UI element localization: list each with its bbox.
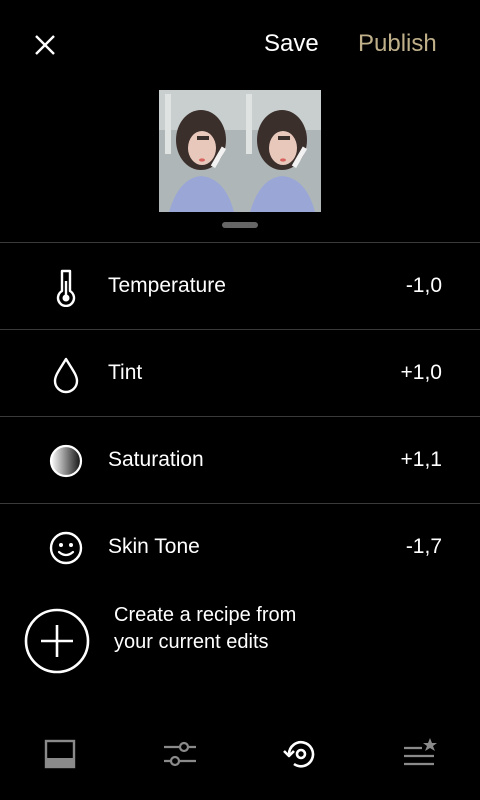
adjustment-label: Tint	[108, 361, 143, 384]
thermometer-icon	[56, 269, 76, 307]
adjustment-label: Skin Tone	[108, 535, 200, 558]
adjustment-value: -1,7	[405, 535, 442, 558]
create-recipe-text: Create a recipe from your current edits	[114, 604, 297, 653]
adjustments-list: Temperature -1,0 Tint +1,0 Saturation +1…	[0, 242, 480, 590]
adjustment-label: Saturation	[108, 448, 204, 471]
create-recipe[interactable]: Create a recipe from your current edits	[0, 600, 480, 690]
history-undo-icon	[283, 740, 315, 768]
adjustment-value: -1,0	[405, 274, 442, 297]
smiley-face-icon	[49, 531, 83, 565]
plus-circle-icon[interactable]	[24, 608, 90, 674]
drag-handle[interactable]	[222, 222, 258, 228]
adjustment-row-tint[interactable]: Tint +1,0	[0, 329, 480, 416]
adjustment-row-temperature[interactable]: Temperature -1,0	[0, 242, 480, 329]
presets-icon	[44, 739, 76, 769]
droplet-icon	[53, 357, 79, 394]
photo-image	[240, 90, 321, 212]
bottom-nav	[0, 720, 480, 790]
adjustment-value: +1,1	[400, 448, 442, 471]
nav-history[interactable]	[280, 734, 320, 774]
adjustment-value: +1,0	[400, 361, 442, 384]
save-button[interactable]: Save	[264, 30, 319, 58]
saturation-circle-icon	[49, 444, 83, 478]
recipes-star-icon	[404, 738, 437, 766]
preview-thumbnail-2[interactable]	[240, 90, 321, 212]
preview-thumbnails[interactable]	[159, 90, 321, 212]
adjustment-row-skin-tone[interactable]: Skin Tone -1,7	[0, 503, 480, 590]
adjustment-row-saturation[interactable]: Saturation +1,1	[0, 416, 480, 503]
nav-recipes[interactable]	[400, 734, 440, 774]
preview-thumbnail-1[interactable]	[159, 90, 240, 212]
close-icon	[35, 35, 55, 55]
photo-image	[159, 90, 240, 212]
publish-button[interactable]: Publish	[358, 30, 437, 58]
adjustment-label: Temperature	[108, 274, 226, 297]
adjust-sliders-icon	[164, 741, 196, 767]
nav-adjust[interactable]	[160, 734, 200, 774]
close-button[interactable]	[28, 28, 62, 62]
top-bar: Save Publish	[0, 0, 480, 90]
nav-presets[interactable]	[40, 734, 80, 774]
